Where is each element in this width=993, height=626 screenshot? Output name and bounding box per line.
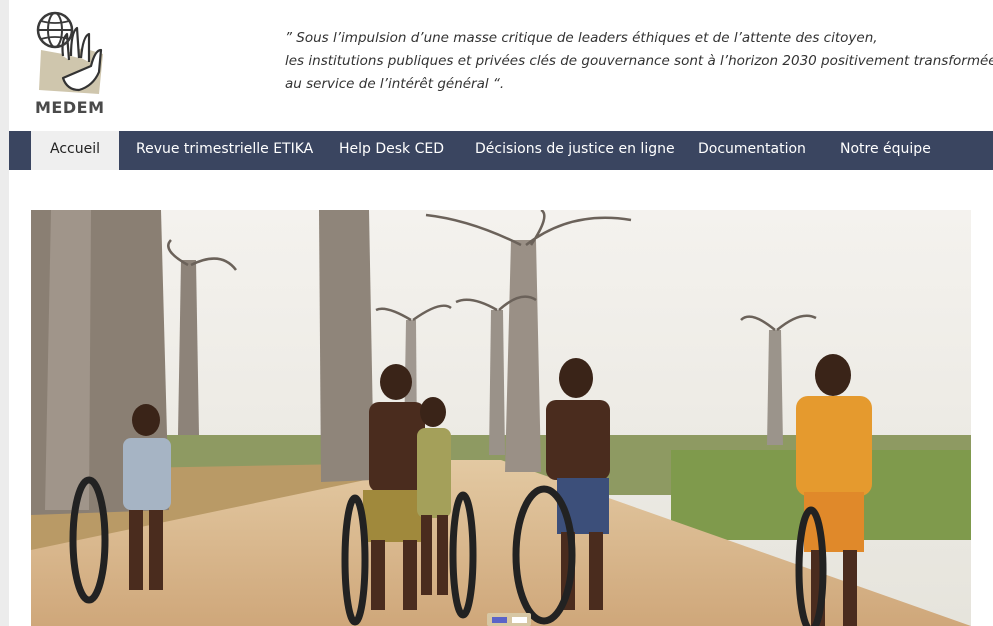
logo-emblem-icon — [36, 11, 103, 94]
nav-item-revue-etika[interactable]: Revue trimestrielle ETIKA — [136, 131, 313, 170]
nav-item-help-desk[interactable]: Help Desk CED — [339, 131, 444, 170]
site-logo[interactable]: MEDEM — [33, 10, 109, 118]
quote-line: ” Sous l’impulsion d’une masse critique … — [285, 30, 878, 46]
hero-slider[interactable] — [31, 210, 971, 626]
main-nav: Accueil Revue trimestrielle ETIKA Help D… — [9, 131, 993, 170]
nav-item-decisions-justice[interactable]: Décisions de justice en ligne — [475, 131, 675, 170]
nav-item-accueil[interactable]: Accueil — [31, 131, 119, 170]
nav-item-notre-equipe[interactable]: Notre équipe — [840, 131, 931, 170]
slider-dot-1[interactable] — [492, 617, 507, 623]
nav-item-documentation[interactable]: Documentation — [698, 131, 806, 170]
slider-pager — [487, 613, 531, 626]
page: MEDEM ” Sous l’impulsion d’une masse cri… — [9, 0, 993, 626]
logo-text: MEDEM — [35, 98, 105, 117]
header-quote: ” Sous l’impulsion d’une masse critique … — [285, 27, 993, 96]
slider-dot-2[interactable] — [512, 617, 527, 623]
quote-line: au service de l’intérêt général “. — [285, 76, 505, 92]
quote-line: les institutions publiques et privées cl… — [285, 53, 993, 69]
hero-image — [31, 210, 971, 626]
